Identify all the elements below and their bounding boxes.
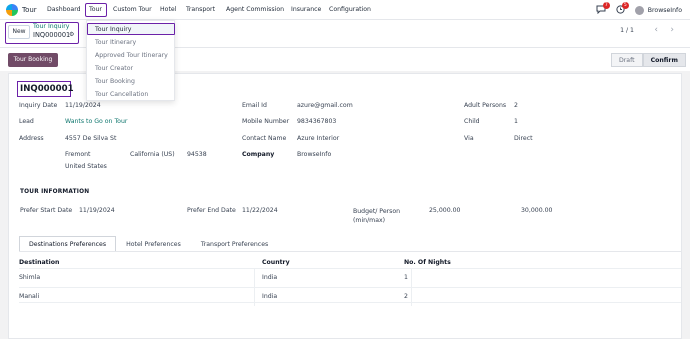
preferences-tabs: Destinations Preferences Hotel Preferenc… bbox=[19, 236, 278, 252]
menu-hotel[interactable]: Hotel bbox=[160, 6, 176, 13]
budget-label: Budget/ Person (min/max) bbox=[353, 208, 401, 224]
tour-information-heading: TOUR INFORMATION bbox=[20, 189, 90, 195]
city-field[interactable]: Fremont bbox=[65, 151, 90, 158]
chevron-left-icon[interactable]: ‹ bbox=[654, 25, 658, 35]
form-sheet: INQ000001 Inquiry Date 11/19/2024 Lead W… bbox=[8, 73, 682, 339]
destination-cell[interactable]: Manali bbox=[19, 293, 39, 300]
state-field[interactable]: California (US) bbox=[130, 151, 175, 158]
record-name: INQ000001 bbox=[17, 81, 74, 97]
tour-dropdown-menu: Tour Inquiry Tour Itinerary Approved Tou… bbox=[86, 20, 175, 101]
email-field[interactable]: azure@gmail.com bbox=[297, 102, 353, 109]
activity-badge: 5 bbox=[621, 1, 629, 9]
dropdown-item-tour-itinerary[interactable]: Tour Itinerary bbox=[95, 39, 136, 46]
tour-booking-button[interactable]: Tour Booking bbox=[8, 53, 58, 67]
dropdown-item-tour-creator[interactable]: Tour Creator bbox=[95, 65, 133, 72]
prefer-start-date-label: Prefer Start Date bbox=[20, 207, 73, 214]
status-draft[interactable]: Draft bbox=[611, 53, 643, 67]
menu-agent-commission[interactable]: Agent Commission bbox=[226, 6, 284, 13]
child-field[interactable]: 1 bbox=[514, 118, 518, 125]
dropdown-item-approved-tour-itinerary[interactable]: Approved Tour Itinerary bbox=[95, 52, 168, 59]
tour-app-icon bbox=[6, 4, 18, 16]
company-name[interactable]: BrowseInfo bbox=[648, 7, 682, 14]
prefer-end-date-field[interactable]: 11/22/2024 bbox=[242, 207, 278, 214]
menu-configuration[interactable]: Configuration bbox=[329, 6, 371, 13]
tab-destinations-preferences[interactable]: Destinations Preferences bbox=[19, 236, 117, 252]
menu-dashboard[interactable]: Dashboard bbox=[47, 6, 81, 13]
contact-field[interactable]: Azure Interior bbox=[297, 135, 339, 142]
tab-transport-preferences[interactable]: Transport Preferences bbox=[191, 236, 278, 252]
chat-icon[interactable]: 7 bbox=[596, 1, 610, 16]
country-field[interactable]: United States bbox=[65, 163, 107, 170]
app-switcher[interactable]: Tour bbox=[6, 4, 37, 16]
inquiry-date-field[interactable]: 11/19/2024 bbox=[65, 102, 101, 109]
destination-cell[interactable]: Shimla bbox=[19, 274, 40, 281]
dropdown-item-tour-inquiry[interactable]: Tour Inquiry bbox=[95, 26, 131, 33]
child-label: Child bbox=[464, 118, 480, 125]
company-field[interactable]: BrowseInfo bbox=[297, 151, 331, 158]
company-label: Company bbox=[242, 151, 275, 158]
column-country[interactable]: Country bbox=[262, 259, 290, 266]
new-button[interactable]: New bbox=[8, 25, 30, 39]
lead-link[interactable]: Wants to Go on Tour bbox=[65, 118, 127, 125]
prefer-start-date-field[interactable]: 11/19/2024 bbox=[79, 207, 115, 214]
breadcrumb-current: INQ000001 bbox=[33, 31, 71, 39]
status-bar: Draft Confirm bbox=[611, 53, 686, 67]
tab-divider bbox=[19, 251, 681, 252]
nights-cell[interactable]: 1 bbox=[404, 274, 408, 281]
menu-insurance[interactable]: Insurance bbox=[291, 6, 321, 13]
column-divider bbox=[411, 268, 412, 306]
table-row[interactable]: Shimla India 1 bbox=[19, 268, 681, 284]
tab-hotel-preferences[interactable]: Hotel Preferences bbox=[116, 236, 191, 252]
lead-label: Lead bbox=[19, 118, 34, 125]
zip-field[interactable]: 94538 bbox=[187, 151, 207, 158]
mobile-label: Mobile Number bbox=[242, 118, 290, 125]
adult-persons-label: Adult Persons bbox=[464, 102, 507, 109]
inquiry-date-label: Inquiry Date bbox=[19, 102, 58, 109]
nights-cell[interactable]: 2 bbox=[404, 293, 408, 300]
mobile-field[interactable]: 9834367803 bbox=[297, 118, 336, 125]
street-field[interactable]: 4557 De Silva St bbox=[65, 135, 116, 142]
adult-persons-field[interactable]: 2 bbox=[514, 102, 518, 109]
prefer-end-date-label: Prefer End Date bbox=[187, 207, 236, 214]
budget-max-field[interactable]: 30,000.00 bbox=[521, 207, 553, 214]
via-label: Via bbox=[464, 135, 474, 142]
address-label: Address bbox=[19, 135, 44, 142]
app-name[interactable]: Tour bbox=[22, 6, 37, 14]
activity-clock-icon[interactable]: 5 bbox=[616, 1, 629, 16]
status-confirm[interactable]: Confirm bbox=[642, 53, 686, 67]
pager-value[interactable]: 1 / 1 bbox=[620, 27, 634, 34]
column-destination[interactable]: Destination bbox=[19, 259, 59, 266]
dropdown-item-tour-booking[interactable]: Tour Booking bbox=[95, 78, 135, 85]
breadcrumb-parent[interactable]: Tour Inquiry bbox=[33, 23, 69, 30]
country-cell[interactable]: India bbox=[262, 293, 277, 300]
contact-label: Contact Name bbox=[242, 135, 287, 142]
menu-custom-tour[interactable]: Custom Tour bbox=[113, 6, 152, 13]
chat-badge: 7 bbox=[602, 1, 610, 9]
chevron-right-icon[interactable]: › bbox=[670, 25, 674, 35]
dropdown-item-tour-cancellation[interactable]: Tour Cancellation bbox=[95, 91, 148, 98]
column-divider bbox=[254, 268, 255, 306]
country-cell[interactable]: India bbox=[262, 274, 277, 281]
gear-icon[interactable]: ⚙ bbox=[69, 31, 74, 38]
menu-transport[interactable]: Transport bbox=[186, 6, 215, 13]
top-navbar: Tour Dashboard Tour Custom Tour Hotel Tr… bbox=[0, 0, 690, 20]
column-nights[interactable]: No. Of Nights bbox=[404, 259, 451, 266]
menu-tour[interactable]: Tour bbox=[89, 6, 102, 13]
user-avatar[interactable] bbox=[634, 5, 644, 15]
budget-min-field[interactable]: 25,000.00 bbox=[429, 207, 461, 214]
table-row[interactable]: Manali India 2 bbox=[19, 287, 681, 303]
via-field[interactable]: Direct bbox=[514, 135, 533, 142]
email-label: Email Id bbox=[242, 102, 267, 109]
